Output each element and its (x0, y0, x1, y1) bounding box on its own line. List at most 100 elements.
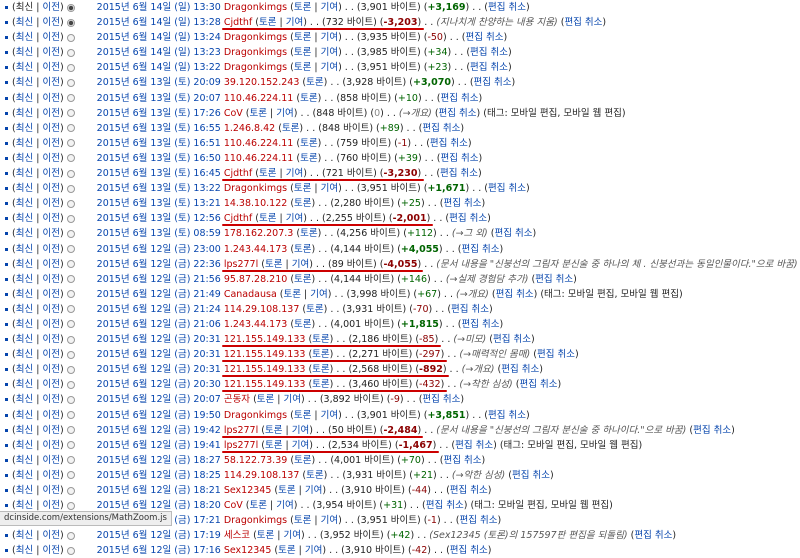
user-link[interactable]: 110.46.224.11 (224, 153, 294, 164)
compare-current-link[interactable]: 최신 (16, 32, 33, 43)
compare-previous-link[interactable]: 이전 (42, 304, 59, 315)
compare-current-link[interactable]: 최신 (16, 440, 33, 451)
revision-radio-old[interactable] (66, 3, 75, 12)
compare-previous-link[interactable]: 이전 (42, 440, 59, 451)
user-link[interactable]: Cjdthf (224, 168, 252, 179)
revision-date-link[interactable]: 2015년 6월 12일 (금) 18:25 (97, 470, 221, 481)
user-talk-link[interactable]: 토론 (278, 485, 295, 496)
undo-link[interactable]: 편집 취소 (535, 274, 573, 285)
compare-current-link[interactable]: 최신 (16, 410, 33, 421)
compare-previous-link[interactable]: 이전 (42, 244, 59, 255)
compare-previous-link[interactable]: 이전 (42, 168, 59, 179)
compare-current-link[interactable]: 최신 (16, 183, 33, 194)
compare-previous-link[interactable]: 이전 (42, 545, 59, 556)
revision-date-link[interactable]: 2015년 6월 12일 (금) 20:31 (97, 334, 221, 345)
user-link[interactable]: Sex12345 (224, 545, 272, 556)
revision-radio-new[interactable] (66, 426, 75, 435)
undo-link[interactable]: 편집 취소 (444, 198, 482, 209)
compare-current-link[interactable]: 최신 (16, 545, 33, 556)
undo-link[interactable]: 편집 취소 (474, 77, 512, 88)
user-contribs-link[interactable]: 기여 (321, 183, 338, 194)
user-talk-link[interactable]: 토론 (294, 515, 311, 526)
revision-date-link[interactable]: 2015년 6월 12일 (금) 21:06 (97, 319, 221, 330)
revision-radio-new[interactable] (66, 78, 75, 87)
revision-radio-new[interactable] (66, 229, 75, 238)
user-talk-link[interactable]: 토론 (306, 77, 323, 88)
undo-link[interactable]: 편집 취소 (461, 244, 499, 255)
user-contribs-link[interactable]: 기여 (321, 515, 338, 526)
user-contribs-link[interactable]: 기여 (292, 259, 309, 270)
revision-date-link[interactable]: 2015년 6월 13일 (토) 16:51 (97, 138, 221, 149)
undo-link[interactable]: 편집 취소 (440, 93, 478, 104)
revision-radio-new[interactable] (66, 48, 75, 57)
user-contribs-link[interactable]: 기여 (321, 32, 338, 43)
user-talk-link[interactable]: 토론 (265, 259, 282, 270)
revision-radio-new[interactable] (66, 501, 75, 510)
revision-radio-new[interactable] (66, 184, 75, 193)
revision-date-link[interactable]: 2015년 6월 14일 (일) 13:28 (97, 17, 221, 28)
revision-date-link[interactable]: 2015년 6월 12일 (금) 21:24 (97, 304, 221, 315)
revision-date-link[interactable]: 2015년 6월 12일 (금) 19:50 (97, 410, 221, 421)
compare-previous-link[interactable]: 이전 (42, 530, 59, 541)
compare-current-link[interactable]: 최신 (16, 259, 33, 270)
revision-date-link[interactable]: 2015년 6월 14일 (일) 13:22 (97, 62, 221, 73)
user-talk-link[interactable]: 토론 (294, 62, 311, 73)
compare-previous-link[interactable]: 이전 (42, 108, 59, 119)
revision-radio-new[interactable] (66, 18, 75, 27)
undo-link[interactable]: 편집 취소 (493, 334, 531, 345)
compare-previous-link[interactable]: 이전 (42, 62, 59, 73)
user-talk-link[interactable]: 토론 (300, 138, 317, 149)
compare-current-link[interactable]: 최신 (16, 394, 33, 405)
compare-previous-link[interactable]: 이전 (42, 394, 59, 405)
user-talk-link[interactable]: 토론 (312, 364, 329, 375)
user-contribs-link[interactable]: 기여 (284, 530, 301, 541)
revision-radio-new[interactable] (66, 260, 75, 269)
revision-radio-new[interactable] (66, 33, 75, 42)
undo-link[interactable]: 편집 취소 (496, 289, 534, 300)
compare-current-link[interactable]: 최신 (16, 198, 33, 209)
revision-radio-new[interactable] (66, 63, 75, 72)
revision-radio-new[interactable] (66, 290, 75, 299)
revision-radio-new[interactable] (66, 109, 75, 118)
compare-previous-link[interactable]: 이전 (42, 500, 59, 511)
undo-link[interactable]: 편집 취소 (470, 47, 508, 58)
compare-current-link[interactable]: 최신 (16, 274, 33, 285)
revision-radio-new[interactable] (66, 395, 75, 404)
undo-link[interactable]: 편집 취소 (488, 410, 526, 421)
user-link[interactable]: Dragonkimgs (224, 410, 287, 421)
user-link[interactable]: 110.46.224.11 (224, 93, 294, 104)
user-talk-link[interactable]: 토론 (284, 289, 301, 300)
compare-current-link[interactable]: 최신 (16, 319, 33, 330)
revision-date-link[interactable]: 2015년 6월 12일 (금) 21:56 (97, 274, 221, 285)
user-talk-link[interactable]: 토론 (294, 410, 311, 421)
undo-link[interactable]: 편집 취소 (488, 183, 526, 194)
compare-previous-link[interactable]: 이전 (42, 364, 59, 375)
compare-previous-link[interactable]: 이전 (42, 319, 59, 330)
user-link[interactable]: lps277l (224, 259, 258, 270)
revision-radio-new[interactable] (66, 350, 75, 359)
revision-date-link[interactable]: 2015년 6월 14일 (일) 13:30 (97, 2, 221, 13)
user-talk-link[interactable]: 토론 (306, 470, 323, 481)
revision-radio-new[interactable] (66, 275, 75, 284)
user-link[interactable]: Dragonkimgs (224, 62, 287, 73)
revision-radio-new[interactable] (66, 531, 75, 540)
revision-date-link[interactable]: 2015년 6월 12일 (금) 21:49 (97, 289, 221, 300)
user-link[interactable]: lps277l (224, 440, 258, 451)
revision-date-link[interactable]: 2015년 6월 12일 (금) 17:16 (97, 545, 221, 556)
undo-link[interactable]: 편집 취소 (455, 440, 493, 451)
user-link[interactable]: Dragonkimgs (224, 32, 287, 43)
user-contribs-link[interactable]: 기여 (292, 425, 309, 436)
user-contribs-link[interactable]: 기여 (305, 485, 322, 496)
user-talk-link[interactable]: 토론 (306, 304, 323, 315)
user-contribs-link[interactable]: 기여 (286, 168, 303, 179)
compare-current-link[interactable]: 최신 (16, 349, 33, 360)
user-talk-link[interactable]: 토론 (294, 2, 311, 13)
user-contribs-link[interactable]: 기여 (321, 47, 338, 58)
revision-date-link[interactable]: 2015년 6월 13일 (토) 16:50 (97, 153, 221, 164)
compare-previous-link[interactable]: 이전 (42, 410, 59, 421)
undo-link[interactable]: 편집 취소 (461, 319, 499, 330)
revision-date-link[interactable]: 2015년 6월 13일 (토) 13:21 (97, 198, 221, 209)
user-talk-link[interactable]: 토론 (294, 455, 311, 466)
user-talk-link[interactable]: 토론 (259, 213, 276, 224)
compare-previous-link[interactable]: 이전 (42, 183, 59, 194)
